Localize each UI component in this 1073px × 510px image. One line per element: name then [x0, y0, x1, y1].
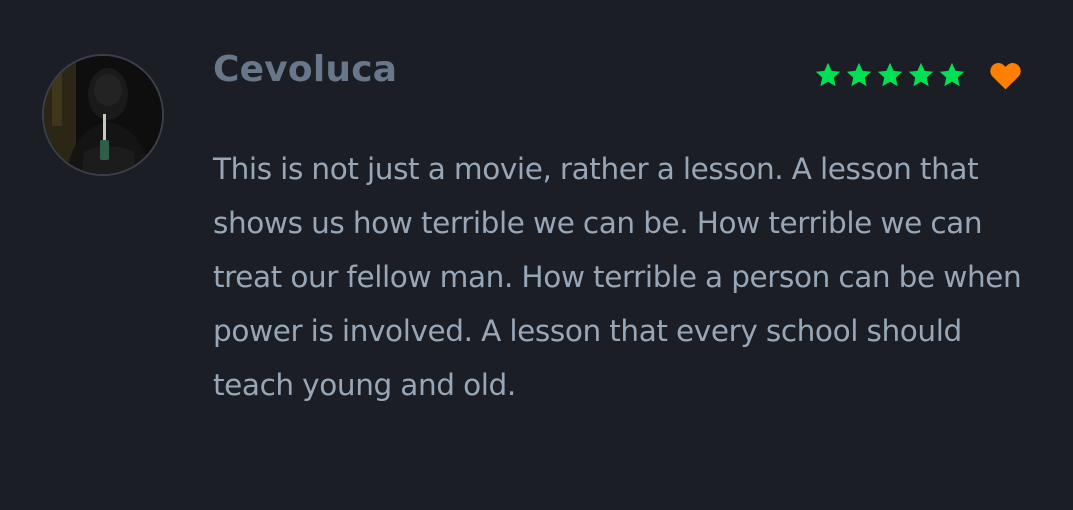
avatar-image	[44, 56, 162, 174]
heart-icon	[990, 62, 1021, 90]
review-text: This is not just a movie, rather a lesso…	[213, 152, 1022, 402]
star-icon	[939, 62, 965, 87]
reviewer-avatar[interactable]	[44, 56, 162, 174]
star-icon	[877, 62, 903, 87]
star-icon	[815, 62, 841, 87]
review-card: Cevoluca This is not just a movie, rathe…	[0, 0, 1073, 510]
star-icon	[908, 62, 934, 87]
star-icon	[846, 62, 872, 87]
reviewer-username[interactable]: Cevoluca	[213, 46, 397, 94]
rating	[814, 58, 1022, 92]
